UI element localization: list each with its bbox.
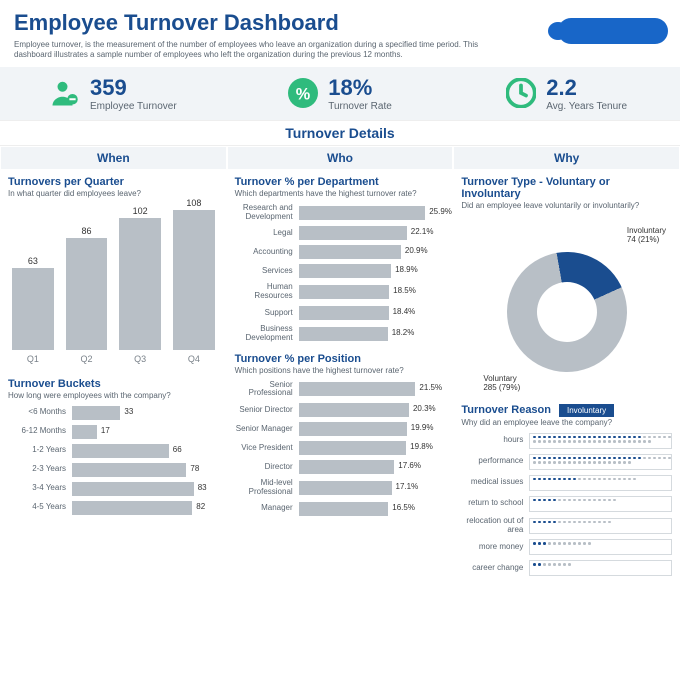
reason-sub: Why did an employee leave the company?: [461, 418, 672, 427]
bar-row: 6-12 Months17: [8, 425, 219, 439]
quarter-bar: 86Q2: [66, 226, 108, 363]
bar-row: Senior Director20.3%: [235, 403, 446, 417]
page-subtitle: Employee turnover, is the measurement of…: [14, 40, 494, 61]
type-title: Turnover Type - Voluntary or Involuntary: [461, 176, 672, 200]
reason-chart: hours performance medical issues return to …: [461, 433, 672, 577]
tab-why[interactable]: Why: [453, 146, 680, 170]
bar-row: Business Development18.2%: [235, 325, 446, 343]
reason-title: Turnover Reason: [461, 404, 551, 416]
pos-title: Turnover % per Position: [235, 353, 446, 365]
bar-row: Senior Professional21.5%: [235, 381, 446, 399]
kpi-rate: % 18% Turnover Rate: [227, 75, 454, 112]
quarters-title: Turnovers per Quarter: [8, 176, 219, 188]
bar-row: Services18.9%: [235, 264, 446, 278]
kpi-rate-value: 18%: [328, 75, 372, 101]
dept-title: Turnover % per Department: [235, 176, 446, 188]
bar-row: 2-3 Years78: [8, 463, 219, 477]
buckets-sub: How long were employees with the company…: [8, 391, 219, 400]
kpi-tenure-label: Avg. Years Tenure: [546, 101, 627, 112]
bar-row: Human Resources18.5%: [235, 283, 446, 301]
bar-row: Mid-level Professional17.1%: [235, 479, 446, 497]
reason-row: return to school: [461, 496, 672, 512]
bar-row: 1-2 Years66: [8, 444, 219, 458]
kpi-rate-label: Turnover Rate: [328, 101, 392, 112]
kpi-tenure: 2.2 Avg. Years Tenure: [453, 75, 680, 112]
quarter-bar: 102Q3: [119, 206, 161, 364]
bar-row: Legal22.1%: [235, 226, 446, 240]
reason-filter-pill[interactable]: Involuntary: [559, 404, 614, 417]
details-heading: Turnover Details: [0, 120, 680, 146]
bar-row: Accounting20.9%: [235, 245, 446, 259]
dept-sub: Which departments have the highest turno…: [235, 189, 446, 198]
bar-row: Research and Development25.9%: [235, 204, 446, 222]
kpi-turnover: 359 Employee Turnover: [0, 75, 227, 112]
quarters-sub: In what quarter did employees leave?: [8, 189, 219, 198]
quarter-bar: 63Q1: [12, 256, 54, 364]
kpi-band: 359 Employee Turnover % 18% Turnover Rat…: [0, 67, 680, 120]
type-sub: Did an employee leave voluntarily or inv…: [461, 201, 672, 210]
reason-row: medical issues: [461, 475, 672, 491]
kpi-turnover-value: 359: [90, 75, 127, 101]
kpi-turnover-label: Employee Turnover: [90, 101, 177, 112]
clock-icon: [506, 78, 536, 108]
pos-chart: Senior Professional21.5% Senior Director2…: [235, 381, 446, 516]
reason-row: career change: [461, 560, 672, 576]
bar-row: 4-5 Years82: [8, 501, 219, 515]
donut-icon: [497, 242, 636, 381]
quarter-bar: 108Q4: [173, 198, 215, 364]
buckets-title: Turnover Buckets: [8, 378, 219, 390]
buckets-chart: <6 Months33 6-12 Months17 1-2 Years66 2-3 Y…: [8, 406, 219, 515]
bar-row: Senior Manager19.9%: [235, 422, 446, 436]
svg-text:%: %: [296, 86, 311, 104]
when-column: Turnovers per Quarter In what quarter di…: [0, 170, 227, 583]
donut-involuntary-label: Involuntary74 (21%): [627, 226, 666, 244]
bar-row: 3-4 Years83: [8, 482, 219, 496]
turnover-type-donut: Involuntary74 (21%) Voluntary285 (79%): [461, 216, 672, 392]
donut-voluntary-label: Voluntary285 (79%): [483, 374, 520, 392]
percent-icon: %: [288, 78, 318, 108]
tab-who[interactable]: Who: [227, 146, 454, 170]
person-minus-icon: [50, 78, 80, 108]
kpi-tenure-value: 2.2: [546, 75, 577, 101]
quarters-chart: 63Q186Q2102Q3108Q4: [8, 204, 219, 364]
pos-sub: Which positions have the highest turnove…: [235, 366, 446, 375]
why-column: Turnover Type - Voluntary or Involuntary…: [453, 170, 680, 583]
reason-row: relocation out of area: [461, 517, 672, 535]
dept-chart: Research and Development25.9% Legal22.1% A…: [235, 204, 446, 343]
tab-when[interactable]: When: [0, 146, 227, 170]
bar-row: <6 Months33: [8, 406, 219, 420]
bar-row: Manager16.5%: [235, 502, 446, 516]
reason-row: performance: [461, 454, 672, 470]
bar-row: Director17.6%: [235, 460, 446, 474]
reason-row: more money: [461, 539, 672, 555]
reason-row: hours: [461, 433, 672, 449]
brand-logo: [558, 18, 668, 44]
bar-row: Support18.4%: [235, 306, 446, 320]
who-column: Turnover % per Department Which departme…: [227, 170, 454, 583]
bar-row: Vice President19.8%: [235, 441, 446, 455]
